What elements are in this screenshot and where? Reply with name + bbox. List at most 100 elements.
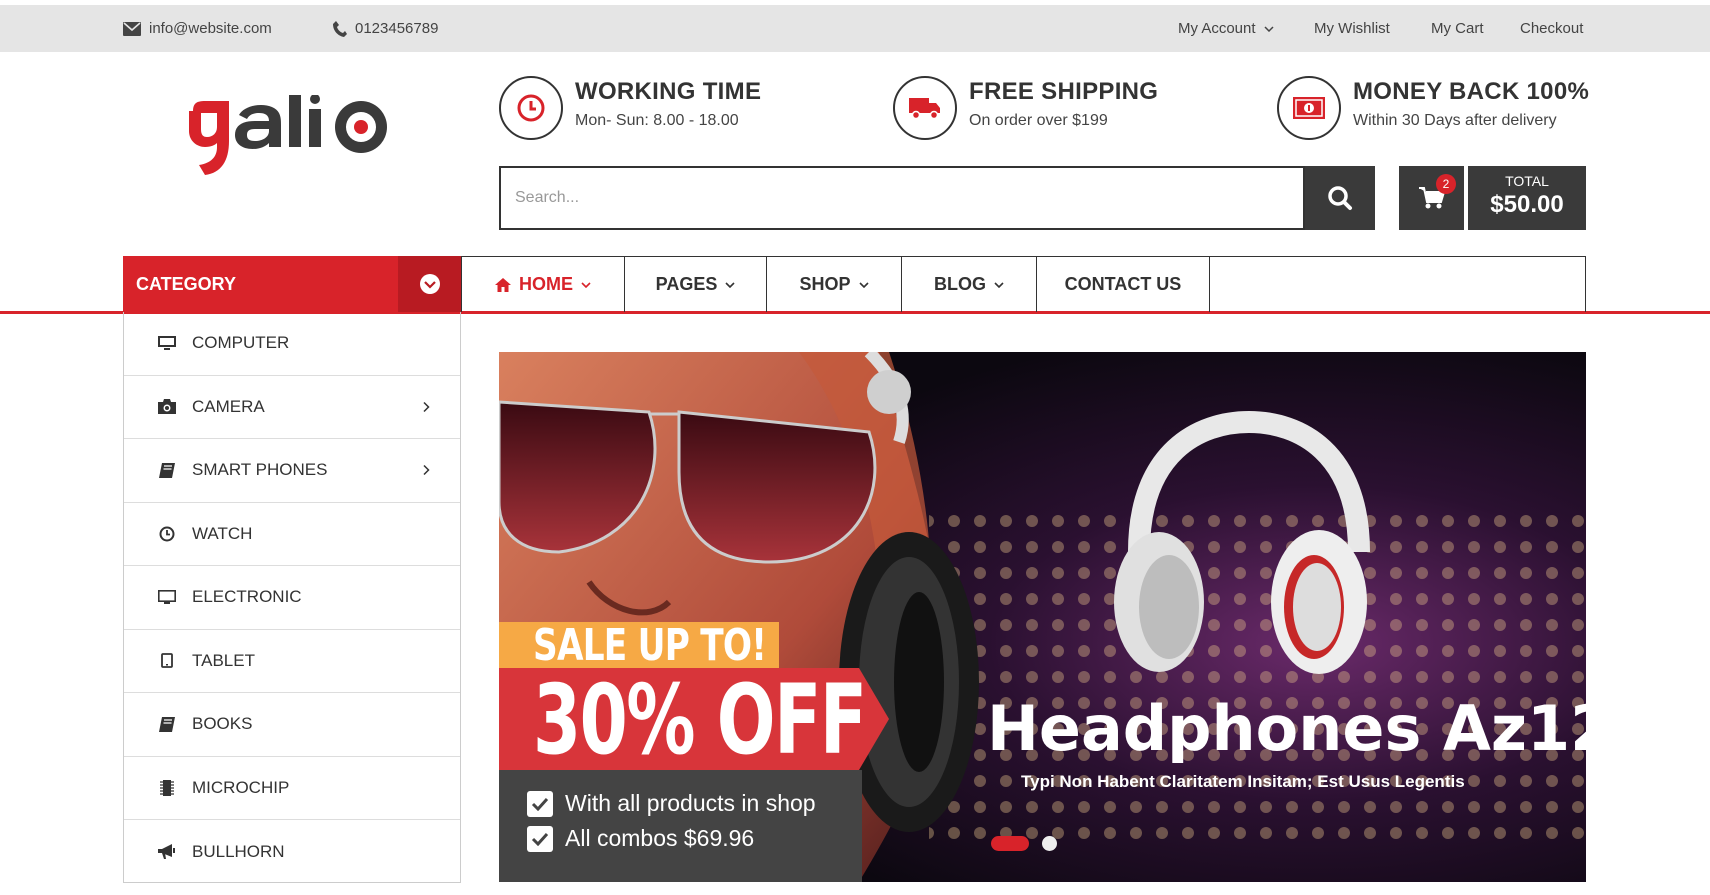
sidebar-item-watch[interactable]: WATCH (124, 503, 460, 566)
checkbox-checked-icon (527, 790, 553, 817)
sale-check-item: All combos $69.96 (527, 825, 754, 852)
book-icon (156, 462, 178, 478)
sidebar-item-label: MICROCHIP (192, 777, 290, 797)
sidebar-item-label: WATCH (192, 523, 253, 543)
my-wishlist-label: My Wishlist (1314, 20, 1390, 37)
sidebar-item-tablet[interactable]: TABLET (124, 630, 460, 693)
hero-banner[interactable]: SALE UP TO! 30% OFF With all products in… (499, 352, 1586, 882)
money-icon (1277, 76, 1341, 140)
feature-free-shipping: FREE SHIPPING On order over $199 (893, 76, 1158, 140)
book-icon (156, 716, 178, 732)
sidebar-item-label: TABLET (192, 650, 255, 670)
chevron-right-icon (423, 465, 430, 476)
sidebar-item-camera[interactable]: CAMERA (124, 376, 460, 439)
sidebar-item-label: BOOKS (192, 714, 253, 734)
sale-percent-text: 30% OFF (533, 664, 867, 776)
chevron-down-icon (1264, 25, 1274, 32)
my-cart-link[interactable]: My Cart (1431, 5, 1484, 52)
clock-icon (156, 526, 178, 542)
monitor-icon (156, 589, 178, 605)
checkout-link[interactable]: Checkout (1520, 5, 1583, 52)
sale-check-text: With all products in shop (565, 790, 816, 816)
chevron-right-icon (423, 401, 430, 412)
sidebar-item-label: SMART PHONES (192, 460, 328, 480)
sidebar-item-microchip[interactable]: MICROCHIP (124, 757, 460, 820)
chevron-down-icon (581, 281, 591, 288)
menu-contact-label: CONTACT US (1064, 274, 1182, 294)
microchip-icon (156, 779, 178, 796)
envelope-icon (123, 21, 141, 36)
category-sidebar: COMPUTER CAMERA SMART PHONES WATCH ELECT… (123, 312, 461, 883)
cart-count-badge: 2 (1436, 174, 1456, 194)
menu-pages[interactable]: PAGES (625, 257, 767, 312)
product-subtitle: Typi Non Habent Claritatem Insitam; Est … (1021, 772, 1465, 791)
sidebar-item-label: COMPUTER (192, 333, 290, 353)
menu-shop-label: SHOP (799, 274, 851, 294)
my-cart-label: My Cart (1431, 20, 1484, 37)
feature-subtitle: On order over $199 (969, 112, 1108, 129)
sidebar-item-label: CAMERA (192, 396, 265, 416)
menu-blog-label: BLOG (934, 274, 986, 294)
camera-icon (156, 399, 178, 415)
my-wishlist-link[interactable]: My Wishlist (1314, 5, 1390, 52)
search-box (499, 166, 1305, 230)
phone-contact: 0123456789 (333, 5, 438, 52)
email-contact[interactable]: info@website.com (123, 5, 272, 52)
email-text: info@website.com (149, 20, 272, 37)
sidebar-item-label: BULLHORN (192, 841, 285, 861)
menu-home-label: HOME (519, 274, 573, 294)
menu-shop[interactable]: SHOP (767, 257, 902, 312)
cart-total-label: TOTAL (1505, 173, 1549, 189)
search-button[interactable] (1305, 166, 1375, 230)
sidebar-item-bullhorn[interactable]: BULLHORN (124, 820, 460, 884)
my-account-link[interactable]: My Account (1178, 5, 1274, 52)
feature-subtitle: Mon- Sun: 8.00 - 18.00 (575, 112, 739, 129)
product-title: Headphones Az12 (987, 692, 1586, 765)
sidebar-item-label: ELECTRONIC (192, 587, 302, 607)
feature-money-back: MONEY BACK 100% Within 30 Days after del… (1277, 76, 1589, 140)
feature-subtitle: Within 30 Days after delivery (1353, 112, 1557, 129)
menu-blog[interactable]: BLOG (902, 257, 1037, 312)
slider-dot-active[interactable] (991, 836, 1029, 851)
bullhorn-icon (156, 844, 178, 860)
my-account-label: My Account (1178, 20, 1256, 37)
chevron-down-icon (725, 281, 735, 288)
sidebar-item-smart-phones[interactable]: SMART PHONES (124, 439, 460, 503)
phone-icon (333, 20, 347, 37)
slider-dot[interactable] (1042, 836, 1057, 851)
chevron-down-icon (994, 281, 1004, 288)
menu-home[interactable]: HOME (462, 257, 625, 312)
sidebar-item-books[interactable]: BOOKS (124, 693, 460, 757)
menu-contact-us[interactable]: CONTACT US (1037, 257, 1210, 312)
checkout-label: Checkout (1520, 20, 1584, 37)
main-menu: HOME PAGES SHOP BLOG CONTACT US (461, 256, 1586, 312)
clock-icon (499, 76, 563, 140)
logo[interactable] (183, 94, 403, 185)
chevron-down-circle-icon (419, 274, 440, 294)
phone-text: 0123456789 (355, 20, 439, 37)
category-header[interactable]: CATEGORY (123, 256, 461, 312)
search-input[interactable] (501, 168, 1305, 228)
home-icon (495, 277, 511, 292)
truck-icon (893, 76, 957, 140)
tablet-icon (156, 653, 178, 669)
cart-total-amount: $50.00 (1490, 191, 1564, 218)
category-toggle-button[interactable] (398, 256, 461, 312)
checkbox-checked-icon (527, 825, 553, 852)
sale-details-box: With all products in shop All combos $69… (499, 770, 862, 882)
sale-check-text: All combos $69.96 (565, 825, 755, 851)
sale-check-item: With all products in shop (527, 790, 816, 817)
feature-title: MONEY BACK 100% (1353, 78, 1590, 105)
search-icon (1328, 186, 1352, 210)
category-label: CATEGORY (136, 274, 237, 294)
galio-logo (189, 94, 387, 175)
sidebar-item-computer[interactable]: COMPUTER (124, 312, 460, 376)
cart-total[interactable]: TOTAL $50.00 (1468, 166, 1586, 230)
sidebar-item-electronic[interactable]: ELECTRONIC (124, 566, 460, 630)
top-bar: info@website.com 0123456789 My Account M… (0, 5, 1710, 52)
feature-title: FREE SHIPPING (969, 78, 1159, 105)
monitor-icon (156, 335, 178, 351)
cart-button[interactable]: 2 (1399, 166, 1464, 230)
chevron-down-icon (858, 281, 869, 288)
menu-pages-label: PAGES (655, 274, 718, 294)
